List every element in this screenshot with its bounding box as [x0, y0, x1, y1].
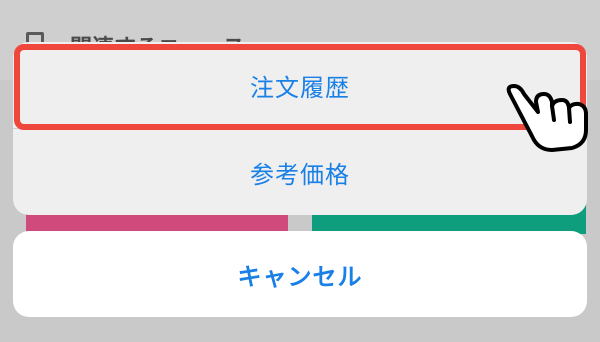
- action-sheet-group: 注文履歴 参考価格: [13, 42, 587, 215]
- cancel-button[interactable]: キャンセル: [13, 231, 587, 317]
- tap-hand-icon: [506, 84, 588, 152]
- reference-price-label: 参考価格: [250, 160, 350, 189]
- cancel-label: キャンセル: [237, 262, 363, 291]
- order-history-action[interactable]: 注文履歴: [13, 42, 587, 128]
- order-history-label: 注文履歴: [250, 73, 350, 102]
- background-bottom-strip: [0, 318, 600, 342]
- reference-price-action[interactable]: 参考価格: [13, 129, 587, 215]
